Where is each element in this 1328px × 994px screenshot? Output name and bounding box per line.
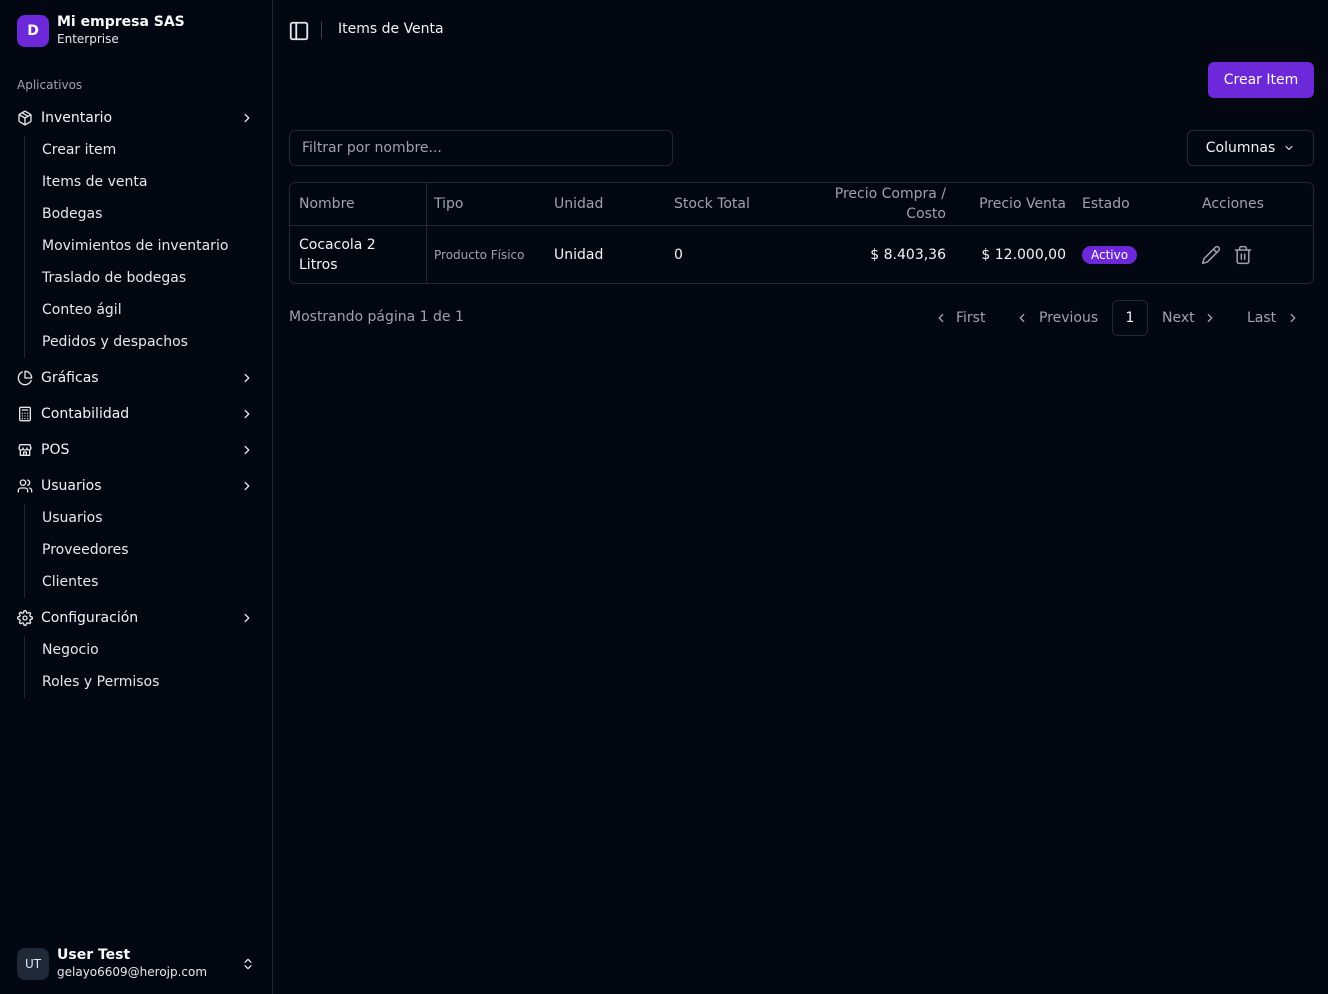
cell-nombre-line1: Cocacola 2	[299, 236, 376, 253]
chevron-right-icon	[244, 409, 250, 419]
user-menu[interactable]: UT User Test gelayo6609@herojp.com	[17, 946, 263, 982]
sidebar-subitem-negocio[interactable]: Negocio	[34, 636, 254, 664]
columns-label: Columnas	[1205, 140, 1276, 156]
sidebar-item-inventario[interactable]: Inventario	[8, 102, 264, 134]
store-icon	[18, 444, 32, 456]
header-precio-venta[interactable]: Precio Venta	[950, 183, 1066, 225]
header-nombre[interactable]: Nombre	[299, 183, 355, 225]
sidebar-subitem-proveedores[interactable]: Proveedores	[34, 536, 254, 564]
header-precio-compra-line2: Costo	[906, 206, 946, 222]
pagination-first-label: First	[956, 310, 986, 326]
cell-precio-compra: $ 8.403,36	[870, 246, 946, 263]
sidebar: D Mi empresa SAS Enterprise Aplicativos …	[0, 0, 273, 994]
header-stock[interactable]: Stock Total	[674, 183, 750, 225]
gear-icon	[17, 610, 33, 626]
sidebar-subitem-crear-item[interactable]: Crear item	[34, 136, 254, 164]
filter-input[interactable]	[289, 130, 673, 166]
brand-switcher[interactable]: D Mi empresa SAS Enterprise	[17, 14, 185, 48]
pagination-next-button[interactable]: Next	[1162, 300, 1217, 336]
edit-pencil-icon[interactable]	[1201, 245, 1221, 265]
brand-name: Mi empresa SAS	[57, 14, 185, 30]
header-tipo[interactable]: Tipo	[434, 183, 463, 225]
columns-button[interactable]: Columnas	[1187, 130, 1314, 166]
header-separator	[321, 21, 322, 39]
chevron-right-icon	[244, 445, 250, 455]
sidebar-subitem-movimientos[interactable]: Movimientos de inventario	[34, 232, 254, 260]
chevron-right-icon	[244, 613, 250, 623]
cell-estado: Activo	[1082, 226, 1138, 283]
cell-nombre: Cocacola 2 Litros	[299, 226, 376, 283]
header-precio-compra[interactable]: Precio Compra / Costo	[810, 183, 946, 225]
sidebar-subitem-traslado[interactable]: Traslado de bodegas	[34, 264, 254, 292]
sidebar-toggle-icon[interactable]	[288, 20, 310, 42]
sidebar-item-graficas[interactable]: Gráficas	[8, 362, 264, 394]
trash-icon[interactable]	[1233, 245, 1253, 265]
header-unidad[interactable]: Unidad	[554, 183, 603, 225]
header-precio-compra-line1: Precio Compra /	[834, 186, 946, 202]
sidebar-item-label: Usuarios	[41, 478, 102, 494]
pagination-previous-label: Previous	[1039, 310, 1099, 326]
status-badge: Activo	[1082, 245, 1138, 264]
pagination-info: Mostrando página 1 de 1	[289, 309, 464, 325]
chevron-left-icon	[938, 313, 944, 323]
sidebar-subitem-clientes[interactable]: Clientes	[34, 568, 254, 596]
cell-stock: 0	[674, 246, 683, 263]
submenu-line	[24, 136, 25, 358]
sidebar-item-label: Inventario	[41, 110, 113, 126]
table-row: Cocacola 2 Litros Producto Físico Unidad…	[290, 226, 1313, 283]
pagination-last-button[interactable]: Last	[1247, 300, 1300, 336]
chevron-right-icon	[1290, 313, 1296, 323]
sidebar-item-usuarios[interactable]: Usuarios	[8, 470, 264, 502]
pie-chart-icon	[17, 370, 33, 386]
chevron-down-icon	[1285, 145, 1293, 151]
pagination-next-label: Next	[1162, 310, 1195, 326]
sidebar-subitem-conteo[interactable]: Conteo ágil	[34, 296, 254, 324]
chevron-right-icon	[244, 373, 250, 383]
sidebar-item-label: Contabilidad	[41, 406, 130, 422]
sidebar-item-label: POS	[41, 442, 70, 458]
chevron-right-icon	[244, 481, 250, 491]
sidebar-subitem-usuarios[interactable]: Usuarios	[34, 504, 254, 532]
submenu-line	[24, 504, 25, 598]
brand-logo: D	[17, 15, 49, 47]
header-acciones: Acciones	[1202, 196, 1264, 212]
cell-precio-venta: $ 12.000,00	[981, 246, 1066, 263]
sidebar-item-pos[interactable]: POS	[8, 434, 264, 466]
column-divider	[426, 183, 427, 283]
sidebar-subitem-bodegas[interactable]: Bodegas	[34, 200, 254, 228]
chevrons-up-down-icon	[244, 958, 252, 970]
cell-acciones	[1201, 226, 1253, 283]
create-item-button[interactable]: Crear Item	[1208, 62, 1314, 98]
pagination-first-button[interactable]: First	[934, 300, 985, 336]
group-label: Aplicativos	[17, 78, 83, 92]
sidebar-item-configuracion[interactable]: Configuración	[8, 602, 264, 634]
sidebar-item-contabilidad[interactable]: Contabilidad	[8, 398, 264, 430]
user-name: User Test	[57, 947, 131, 963]
pagination-previous-button[interactable]: Previous	[1015, 300, 1098, 336]
breadcrumb: Items de Venta	[338, 21, 444, 37]
users-icon	[17, 479, 33, 493]
cell-tipo: Producto Físico	[434, 247, 525, 262]
calculator-icon	[19, 406, 31, 422]
pagination-last-label: Last	[1247, 310, 1277, 326]
brand-plan: Enterprise	[57, 32, 119, 46]
chevron-right-icon	[244, 113, 250, 123]
submenu-line	[24, 636, 25, 698]
pagination-page-1[interactable]: 1	[1112, 300, 1148, 336]
chevron-right-icon	[1207, 313, 1213, 323]
table-header-row: Nombre Tipo Unidad Stock Total Precio Co…	[290, 183, 1313, 226]
user-email: gelayo6609@herojp.com	[57, 965, 208, 979]
chevron-left-icon	[1019, 313, 1025, 323]
sidebar-item-label: Gráficas	[41, 370, 99, 386]
header-estado[interactable]: Estado	[1082, 183, 1130, 225]
sidebar-subitem-pedidos[interactable]: Pedidos y despachos	[34, 328, 254, 356]
cell-nombre-line2: Litros	[299, 256, 338, 273]
items-table: Nombre Tipo Unidad Stock Total Precio Co…	[289, 182, 1314, 284]
avatar: UT	[17, 948, 49, 980]
sidebar-item-label: Configuración	[41, 610, 139, 626]
sidebar-subitem-items-de-venta[interactable]: Items de venta	[34, 168, 254, 196]
sidebar-subitem-roles[interactable]: Roles y Permisos	[34, 668, 254, 696]
package-icon	[18, 110, 32, 126]
cell-unidad: Unidad	[554, 246, 604, 263]
